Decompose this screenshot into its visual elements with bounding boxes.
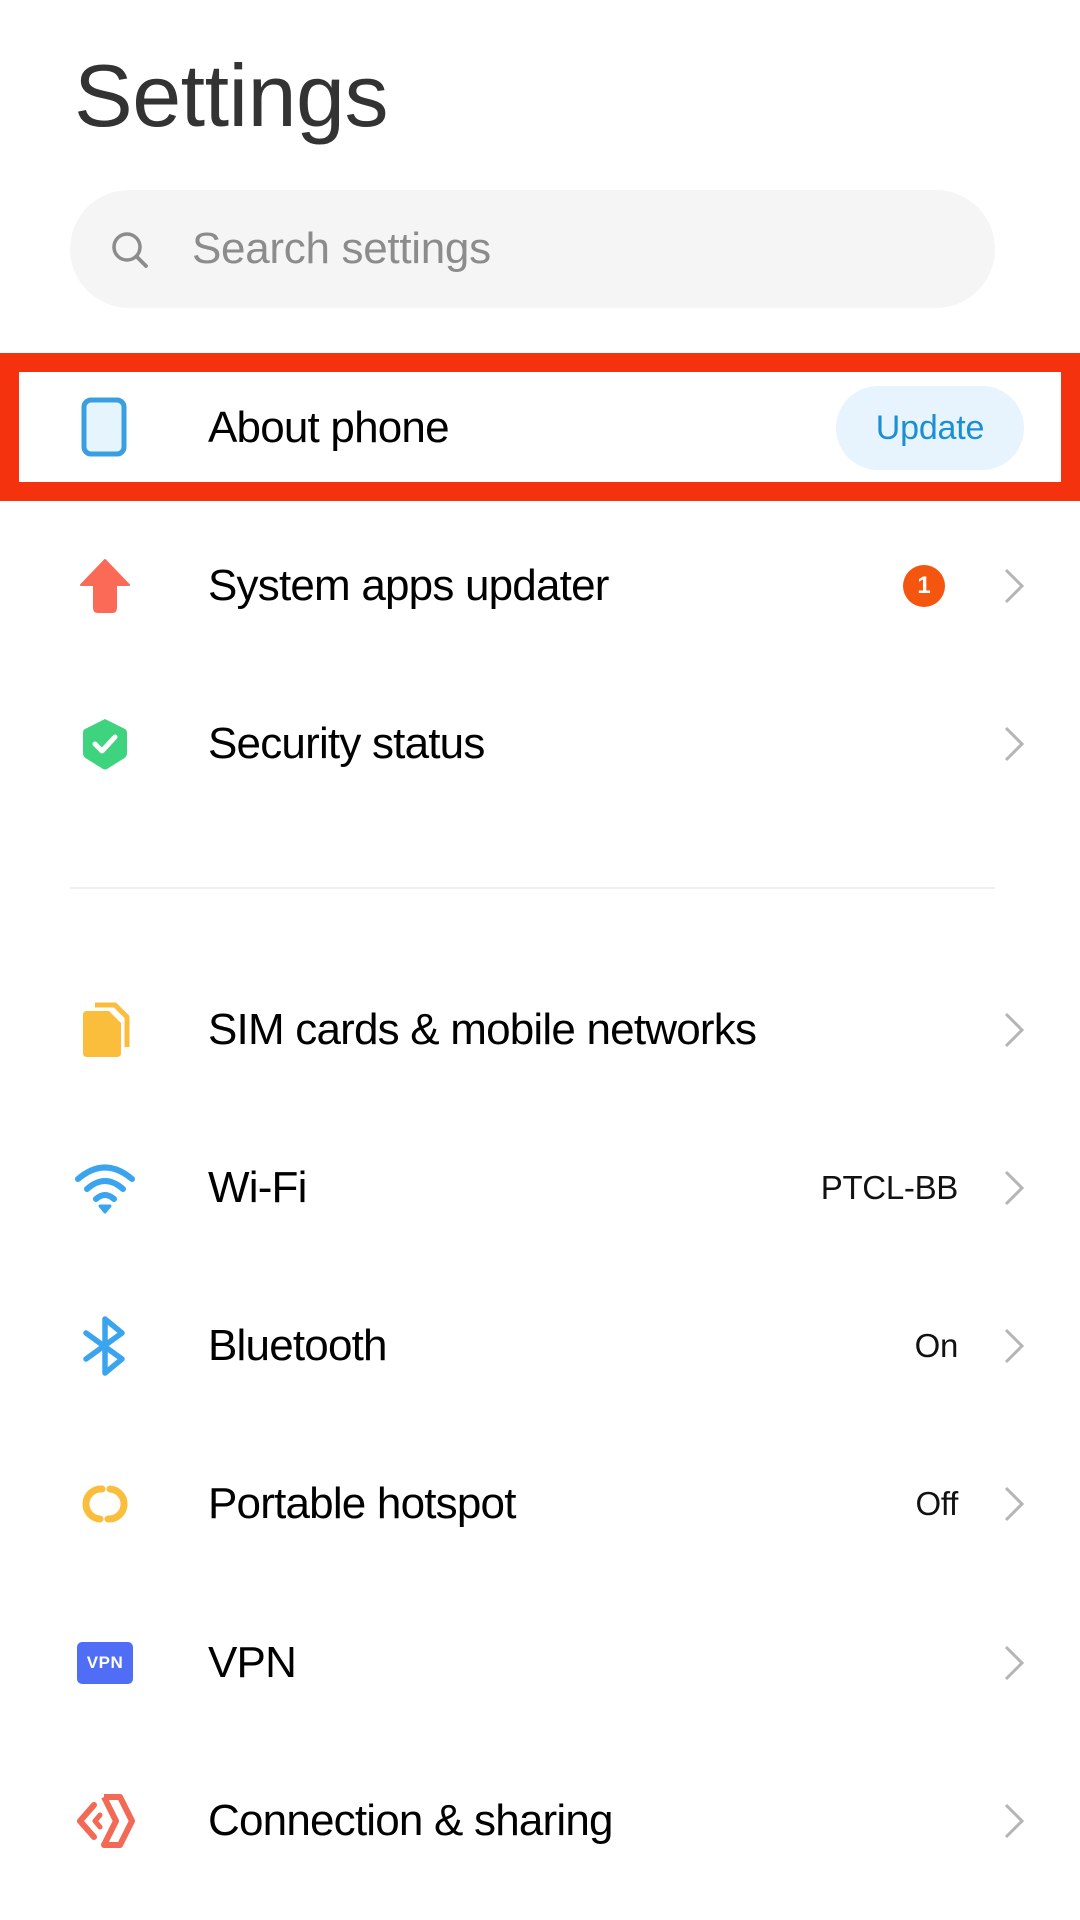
vpn-icon: VPN [70,1628,140,1698]
chevron-right-icon [1004,1486,1025,1522]
notification-badge: 1 [903,565,945,607]
settings-item-value: PTCL-BB [820,1169,959,1206]
settings-item-label: SIM cards & mobile networks [208,1005,757,1054]
settings-item-security-status[interactable]: Security status [0,669,1080,819]
bluetooth-icon [70,1311,140,1381]
vpn-icon-text: VPN [77,1642,133,1684]
settings-item-value: On [914,1327,959,1364]
phone-icon [70,393,140,463]
connection-sharing-icon [70,1786,140,1856]
settings-item-label: Security status [208,719,485,768]
settings-item-system-apps-updater[interactable]: System apps updater 1 [0,511,1080,661]
sim-card-icon [70,995,140,1065]
update-button[interactable]: Update [836,386,1024,470]
settings-item-value: Off [915,1485,958,1522]
chevron-right-icon [1004,1170,1025,1206]
chevron-right-icon [1004,1803,1025,1839]
settings-item-bluetooth[interactable]: Bluetooth On [0,1271,1080,1421]
chevron-right-icon [1004,1012,1025,1048]
chevron-right-icon [1004,568,1025,604]
hotspot-icon [70,1469,140,1539]
settings-item-label: Portable hotspot [208,1479,516,1528]
settings-item-label: Bluetooth [208,1321,388,1370]
settings-item-label: VPN [208,1638,297,1687]
section-divider [70,887,995,889]
chevron-right-icon [1004,1328,1025,1364]
settings-item-label: System apps updater [208,561,609,610]
chevron-right-icon [1004,726,1025,762]
upload-arrow-icon [70,551,140,621]
page-title: Settings [74,46,388,145]
chevron-right-icon [1004,1645,1025,1681]
search-icon [112,232,148,268]
settings-item-about-phone[interactable]: About phone Update [0,353,1080,503]
settings-item-label: About phone [208,403,450,452]
settings-item-portable-hotspot[interactable]: Portable hotspot Off [0,1429,1080,1579]
settings-item-label: Wi-Fi [208,1163,307,1212]
search-input[interactable]: Search settings [70,190,995,308]
settings-item-connection-sharing[interactable]: Connection & sharing [0,1746,1080,1896]
settings-item-label: Connection & sharing [208,1796,614,1845]
settings-item-sim-cards[interactable]: SIM cards & mobile networks [0,955,1080,1105]
settings-item-vpn[interactable]: VPN VPN [0,1588,1080,1738]
wifi-icon [70,1153,140,1223]
shield-check-icon [70,709,140,779]
search-placeholder: Search settings [192,224,491,273]
settings-item-wifi[interactable]: Wi-Fi PTCL-BB [0,1113,1080,1263]
